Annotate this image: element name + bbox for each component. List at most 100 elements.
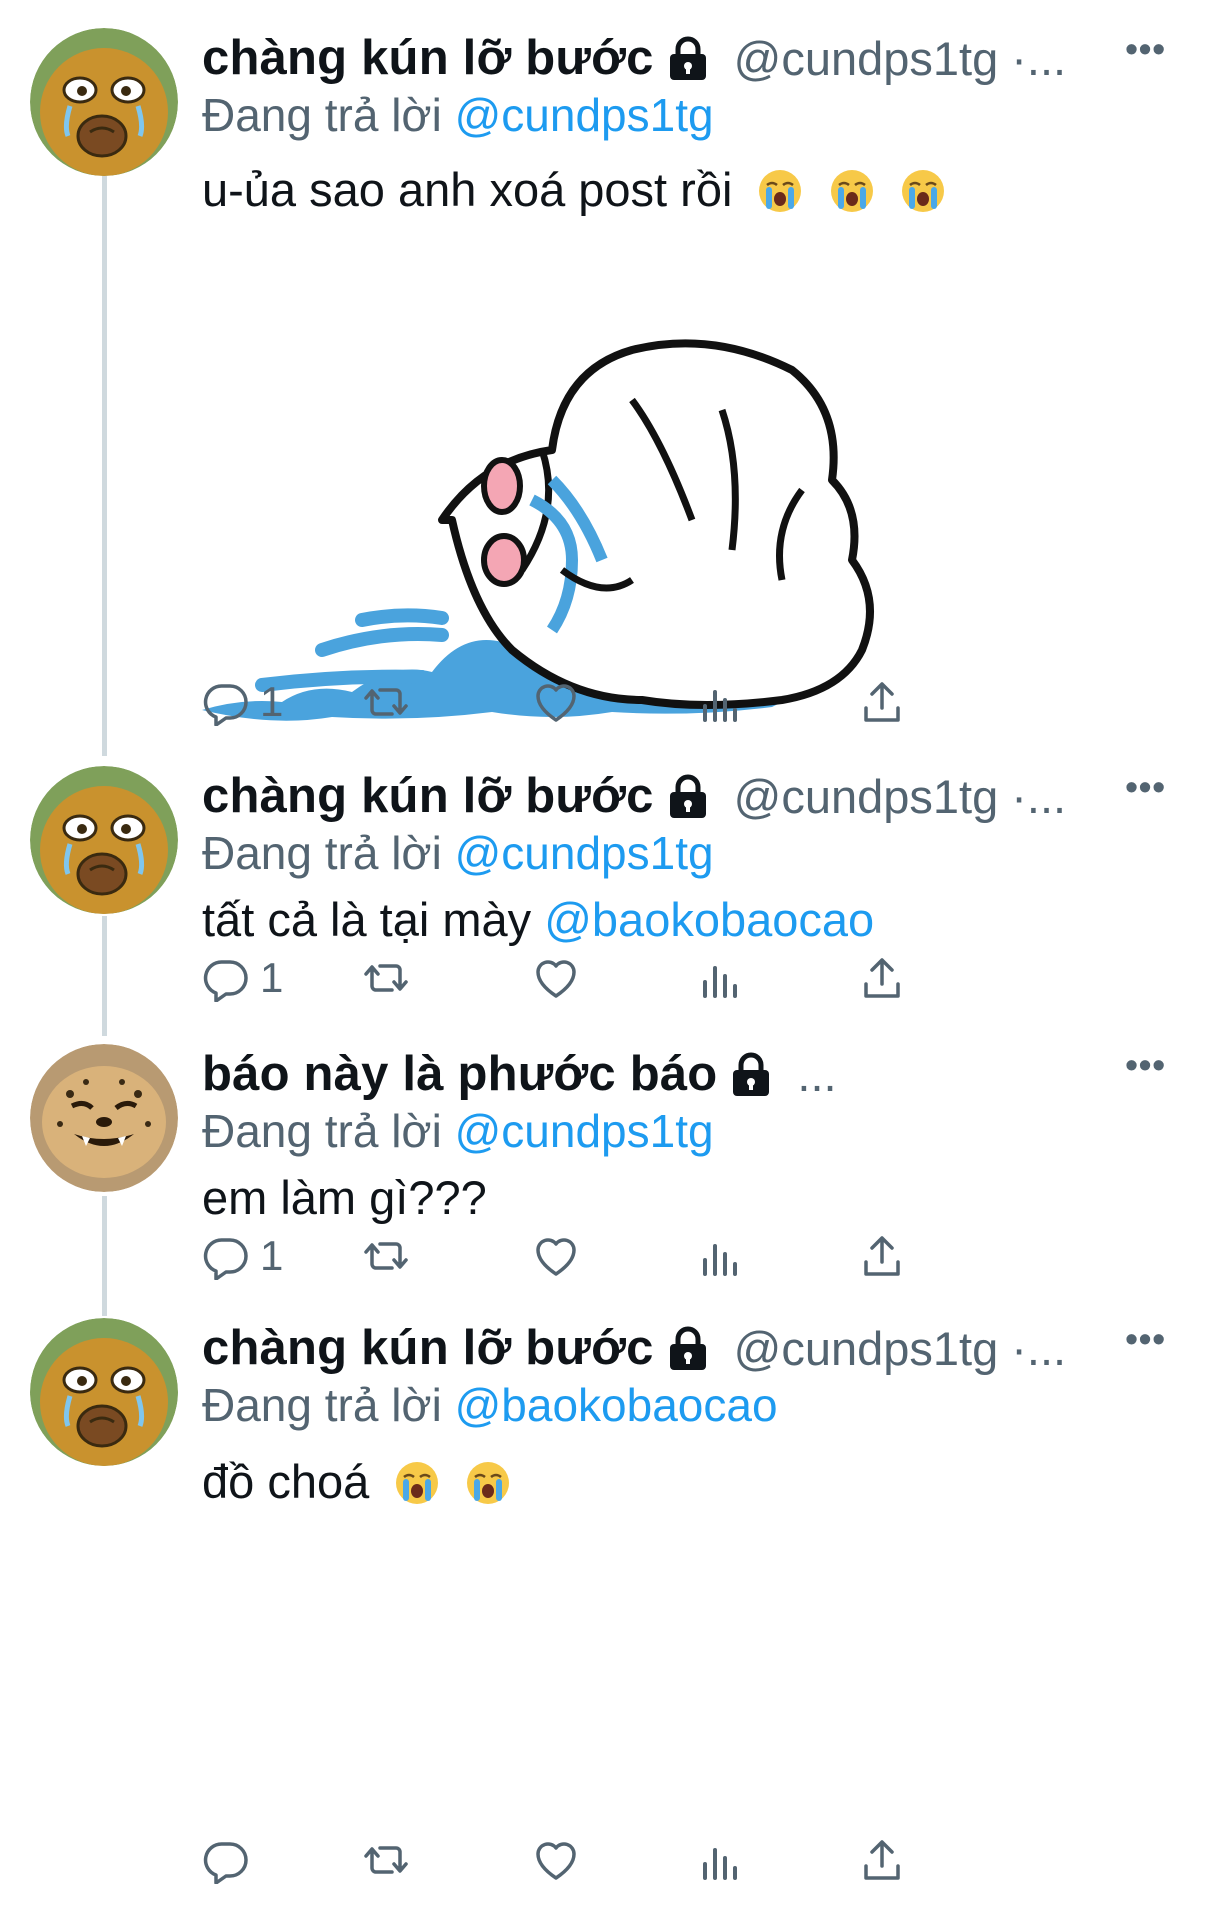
tweet-actions: 1 xyxy=(202,1226,1082,1286)
views-icon xyxy=(703,1244,737,1276)
reply-icon xyxy=(203,1842,248,1884)
views-button[interactable] xyxy=(696,672,744,732)
like-button[interactable] xyxy=(532,672,580,732)
display-name[interactable]: chàng kún lỡ bước xyxy=(202,30,654,86)
thread-line xyxy=(102,1196,107,1316)
retweet-icon xyxy=(364,1846,408,1874)
tweet-text: đồ choá xyxy=(202,1452,1166,1512)
user-handle[interactable]: ... xyxy=(797,1047,836,1102)
loudly-crying-face-icon xyxy=(467,1462,510,1504)
tweet-header: báo này là phước báo ... xyxy=(202,1044,1166,1104)
retweet-button[interactable] xyxy=(362,948,410,1008)
like-icon xyxy=(536,960,576,998)
avatar-chang-kun[interactable] xyxy=(30,28,178,176)
views-icon xyxy=(703,1848,737,1880)
tweet-header: chàng kún lỡ bước @cundps1tg ·... xyxy=(202,1318,1166,1378)
retweet-icon xyxy=(364,964,408,992)
share-button[interactable] xyxy=(858,1226,906,1286)
avatar-image xyxy=(30,1318,178,1466)
avatar-image xyxy=(30,1044,178,1192)
like-icon xyxy=(536,1842,576,1880)
avatar-chang-kun[interactable] xyxy=(30,766,178,914)
replying-to: Đang trả lời @baokobaocao xyxy=(202,1378,1166,1432)
reply-button[interactable]: 1 xyxy=(202,672,283,732)
replying-mention[interactable]: @cundps1tg xyxy=(455,89,714,141)
thread-line xyxy=(102,916,107,1036)
reply-icon xyxy=(203,684,248,726)
share-icon xyxy=(864,1840,900,1880)
avatar-chang-kun[interactable] xyxy=(30,1318,178,1466)
avatar-image xyxy=(30,28,178,176)
share-button[interactable] xyxy=(858,948,906,1008)
avatar-image xyxy=(30,766,178,914)
like-icon xyxy=(536,684,576,722)
retweet-button[interactable] xyxy=(362,1226,410,1286)
tweet-header: chàng kún lỡ bước @cundps1tg ·... xyxy=(202,28,1166,88)
replying-prefix: Đang trả lời xyxy=(202,827,442,879)
replying-mention[interactable]: @cundps1tg xyxy=(455,827,714,879)
share-icon xyxy=(864,958,900,998)
like-button[interactable] xyxy=(532,948,580,1008)
reply-count: 1 xyxy=(260,1232,284,1279)
replying-mention[interactable]: @cundps1tg xyxy=(455,1105,714,1157)
user-handle[interactable]: @cundps1tg ·... xyxy=(734,769,1067,824)
tweet-body: đồ choá xyxy=(202,1455,370,1508)
tweet-text: em làm gì??? xyxy=(202,1168,1166,1228)
replying-to: Đang trả lời @cundps1tg xyxy=(202,88,1166,142)
reply-button[interactable]: 1 xyxy=(202,1226,283,1286)
reply-button[interactable] xyxy=(202,1830,260,1890)
user-handle[interactable]: @cundps1tg ·... xyxy=(734,31,1067,86)
like-icon xyxy=(536,1238,576,1276)
tweet-body: u-ủa sao anh xoá post rồi xyxy=(202,163,733,216)
share-button[interactable] xyxy=(858,672,906,732)
retweet-icon xyxy=(364,1242,408,1270)
display-name[interactable]: chàng kún lỡ bước xyxy=(202,1320,654,1376)
loudly-crying-face-icon xyxy=(901,170,944,212)
more-icon[interactable]: ••• xyxy=(1125,766,1166,808)
views-button[interactable] xyxy=(696,1226,744,1286)
replying-prefix: Đang trả lời xyxy=(202,1105,442,1157)
thread-line xyxy=(102,176,107,756)
display-name[interactable]: báo này là phước báo xyxy=(202,1046,717,1102)
replying-prefix: Đang trả lời xyxy=(202,89,442,141)
views-icon xyxy=(703,966,737,998)
views-button[interactable] xyxy=(696,1830,744,1890)
share-button[interactable] xyxy=(858,1830,906,1890)
loudly-crying-face-icon xyxy=(759,170,802,212)
tweet-actions: 1 xyxy=(202,948,1082,1008)
replying-prefix: Đang trả lời xyxy=(202,1379,442,1431)
user-handle[interactable]: @cundps1tg ·... xyxy=(734,1321,1067,1376)
views-icon xyxy=(703,690,737,722)
like-button[interactable] xyxy=(532,1830,580,1890)
tweet-actions: 1 xyxy=(202,672,1082,732)
reply-icon xyxy=(203,960,248,1002)
like-button[interactable] xyxy=(532,1226,580,1286)
more-icon[interactable]: ••• xyxy=(1125,1044,1166,1086)
display-name[interactable]: chàng kún lỡ bước xyxy=(202,768,654,824)
lock-icon xyxy=(664,772,712,820)
loudly-crying-face-icon xyxy=(396,1462,439,1504)
loudly-crying-face-icon xyxy=(830,170,873,212)
views-button[interactable] xyxy=(696,948,744,1008)
tweet-header: chàng kún lỡ bước @cundps1tg ·... xyxy=(202,766,1166,826)
share-icon xyxy=(864,1236,900,1276)
replying-mention[interactable]: @baokobaocao xyxy=(455,1379,778,1431)
lock-icon xyxy=(664,34,712,82)
tweet-text: tất cả là tại mày @baokobaocao xyxy=(202,890,1166,950)
reply-count: 1 xyxy=(260,954,284,1001)
replying-to: Đang trả lời @cundps1tg xyxy=(202,826,1166,880)
retweet-button[interactable] xyxy=(362,672,410,732)
more-icon[interactable]: ••• xyxy=(1125,28,1166,70)
more-icon[interactable]: ••• xyxy=(1125,1318,1166,1360)
lock-icon xyxy=(664,1324,712,1372)
reply-count: 1 xyxy=(260,678,284,725)
reply-button[interactable]: 1 xyxy=(202,948,283,1008)
replying-to: Đang trả lời @cundps1tg xyxy=(202,1104,1166,1158)
tweet-text: u-ủa sao anh xoá post rồi xyxy=(202,160,1166,220)
lock-icon xyxy=(727,1050,775,1098)
avatar-bao[interactable] xyxy=(30,1044,178,1192)
tweet-body: em làm gì??? xyxy=(202,1171,487,1224)
tweet-body: tất cả là tại mày xyxy=(202,893,532,946)
text-mention-link[interactable]: @baokobaocao xyxy=(544,893,874,946)
retweet-button[interactable] xyxy=(362,1830,410,1890)
